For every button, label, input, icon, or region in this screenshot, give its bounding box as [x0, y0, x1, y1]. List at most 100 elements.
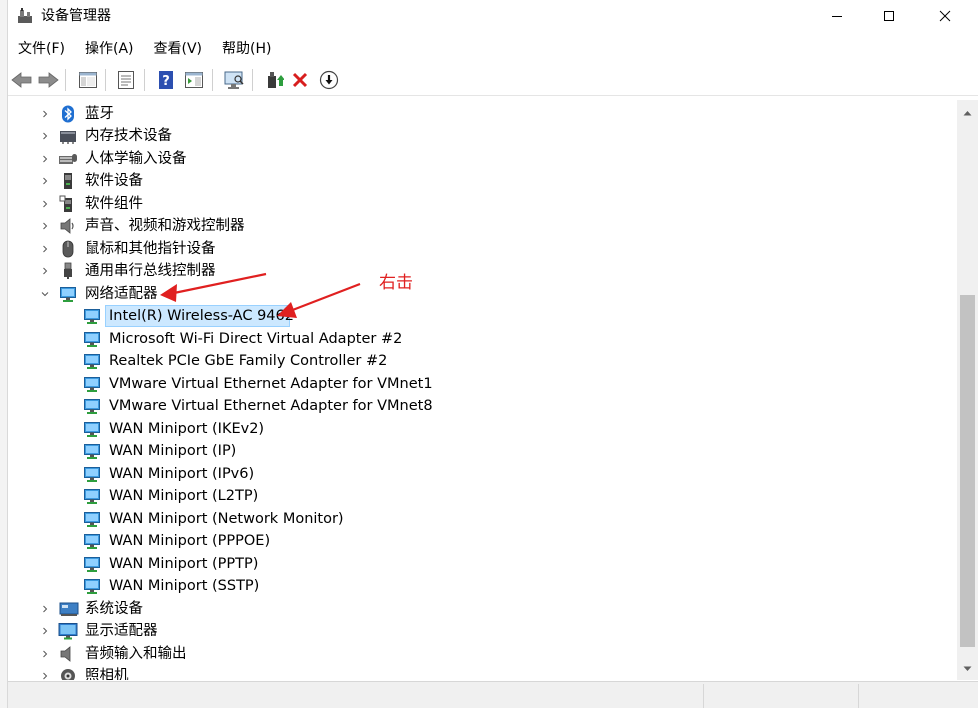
network-adapter-label: Realtek PCIe GbE Family Controller #2: [109, 353, 388, 369]
tree-category-label: 网络适配器: [85, 286, 158, 302]
speaker-icon: [60, 218, 74, 234]
maximize-button[interactable]: [866, 0, 912, 32]
network-adapter-label: WAN Miniport (PPPOE): [109, 533, 271, 549]
tree-category-label: 声音、视频和游戏控制器: [85, 218, 245, 234]
maximize-icon: [884, 11, 894, 21]
tree-category-label: 照相机: [85, 668, 129, 680]
network-adapter-label: WAN Miniport (PPTP): [109, 556, 259, 572]
scrollbar-thumb[interactable]: [960, 295, 975, 647]
toolbar-separator: [105, 69, 106, 91]
properties-icon: [118, 71, 134, 89]
software-device-icon: [64, 173, 72, 189]
status-divider: [858, 684, 859, 708]
network-adapter-icon: [84, 467, 100, 482]
chevron-right-icon[interactable]: [39, 670, 51, 680]
system-device-icon: [59, 602, 79, 616]
vertical-scrollbar[interactable]: [957, 100, 978, 680]
tree-category-label: 音频输入和输出: [85, 646, 187, 662]
chevron-right-icon[interactable]: [39, 648, 51, 660]
chevron-right-icon[interactable]: [39, 198, 51, 210]
chevron-right-icon[interactable]: [39, 130, 51, 142]
camera-icon: [61, 669, 75, 680]
mouse-icon: [62, 240, 74, 258]
action-pane-button[interactable]: [182, 68, 206, 92]
network-adapter-label: Microsoft Wi-Fi Direct Virtual Adapter #…: [109, 331, 403, 347]
chevron-right-icon[interactable]: [39, 603, 51, 615]
close-button[interactable]: [922, 0, 968, 32]
network-adapter-icon: [84, 444, 100, 459]
network-adapter-label: VMware Virtual Ethernet Adapter for VMne…: [109, 398, 433, 414]
toolbar-separator: [212, 69, 213, 91]
show-hide-tree-icon: [79, 72, 97, 88]
scroll-up-arrow-icon[interactable]: [963, 110, 972, 116]
forward-arrow-icon: [38, 72, 59, 88]
audio-io-icon: [60, 646, 71, 662]
chevron-right-icon[interactable]: [39, 220, 51, 232]
action-pane-icon: [185, 72, 203, 88]
chevron-down-icon[interactable]: [39, 288, 51, 300]
scan-hardware-icon: [224, 71, 244, 89]
disable-device-button[interactable]: [317, 68, 341, 92]
menu-help[interactable]: 帮助(H): [212, 36, 281, 62]
chevron-right-icon[interactable]: [39, 153, 51, 165]
status-divider: [703, 684, 704, 708]
network-adapter-icon: [84, 309, 100, 324]
network-adapter-label: Intel(R) Wireless-AC 9462: [109, 308, 294, 324]
network-adapter-icon: [84, 557, 100, 572]
chevron-right-icon[interactable]: [39, 108, 51, 120]
usb-icon: [64, 262, 72, 279]
network-adapter-icon: [84, 534, 100, 549]
bluetooth-icon: [62, 105, 74, 123]
properties-button[interactable]: [114, 68, 138, 92]
network-adapter-icon: [84, 332, 100, 347]
chevron-right-icon[interactable]: [39, 265, 51, 277]
network-adapter-icon: [84, 377, 100, 392]
tree-category-label: 系统设备: [85, 601, 143, 617]
toolbar-separator: [65, 69, 66, 91]
memory-icon: [60, 131, 76, 144]
network-adapter-icon: [84, 579, 100, 594]
update-driver-button[interactable]: [262, 68, 286, 92]
network-adapter-icon: [84, 422, 100, 437]
status-bar: [8, 681, 978, 708]
tree-category-label: 内存技术设备: [85, 128, 172, 144]
minimize-icon: [832, 16, 842, 17]
menu-action[interactable]: 操作(A): [75, 36, 144, 62]
scan-hardware-button[interactable]: [222, 68, 246, 92]
minimize-button[interactable]: [814, 0, 860, 32]
uninstall-device-button[interactable]: [288, 68, 312, 92]
show-hide-tree-button[interactable]: [76, 68, 100, 92]
network-adapter-label: WAN Miniport (IKEv2): [109, 421, 265, 437]
help-button[interactable]: ?: [154, 68, 178, 92]
chevron-right-icon[interactable]: [39, 175, 51, 187]
chevron-right-icon[interactable]: [39, 625, 51, 637]
tree-category-label: 软件设备: [85, 173, 143, 189]
tree-category-label: 蓝牙: [85, 106, 114, 122]
forward-button[interactable]: [36, 68, 60, 92]
network-adapter-label: WAN Miniport (IP): [109, 443, 237, 459]
toolbar: ?: [8, 64, 978, 96]
scroll-down-arrow-icon[interactable]: [963, 666, 972, 672]
window-title: 设备管理器: [41, 8, 111, 24]
toolbar-separator: [144, 69, 145, 91]
network-adapter-label: WAN Miniport (SSTP): [109, 578, 260, 594]
tree-category-label: 人体学输入设备: [85, 151, 187, 167]
back-arrow-icon: [11, 72, 32, 88]
help-icon: ?: [159, 71, 173, 89]
network-adapter-label: VMware Virtual Ethernet Adapter for VMne…: [109, 376, 433, 392]
svg-text:?: ?: [162, 74, 170, 89]
network-adapter-label: WAN Miniport (L2TP): [109, 488, 259, 504]
menu-bar: 文件(F) 操作(A) 查看(V) 帮助(H): [8, 36, 978, 62]
menu-view[interactable]: 查看(V): [144, 36, 213, 62]
network-adapter-label: WAN Miniport (Network Monitor): [109, 511, 344, 527]
update-driver-icon: [268, 72, 284, 88]
display-adapter-icon: [58, 623, 78, 640]
network-adapter-icon: [84, 489, 100, 504]
chevron-right-icon[interactable]: [39, 243, 51, 255]
close-icon: [939, 10, 951, 22]
device-tree: 蓝牙 内存技术设备 人体学输入设备 软件设备 软件组件 声音、视频和游戏控制器 …: [8, 100, 957, 680]
back-button[interactable]: [10, 68, 34, 92]
uninstall-icon: [292, 72, 308, 88]
annotation-label: 右击: [379, 273, 413, 293]
menu-file[interactable]: 文件(F): [8, 36, 75, 62]
